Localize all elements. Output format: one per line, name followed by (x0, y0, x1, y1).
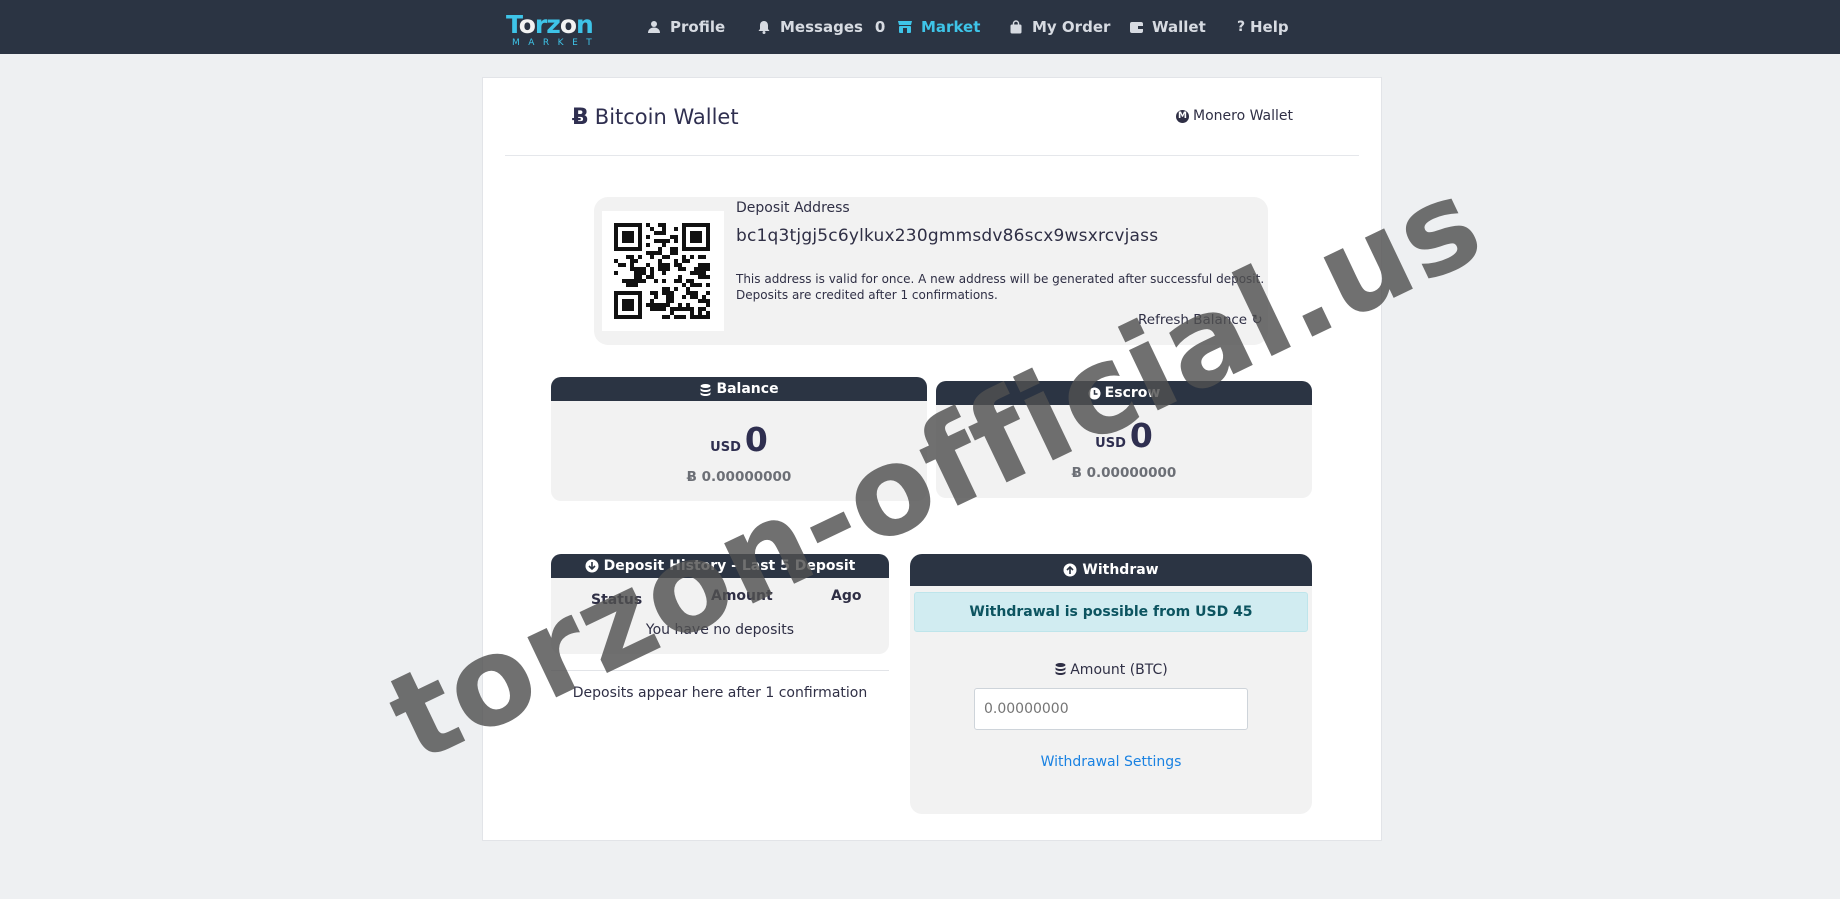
nav-help[interactable]: ? Help (1236, 0, 1289, 54)
clock-icon (1088, 387, 1101, 400)
amount-label: Amount (BTC) (910, 662, 1312, 679)
column-amount: Amount (711, 588, 773, 604)
escrow-usd: USD 0 (936, 416, 1312, 455)
nav-market[interactable]: Market (897, 0, 980, 54)
deposit-history-header: Deposit History - Last 5 Deposit (551, 554, 889, 578)
deposit-history-card: Deposit History - Last 5 Deposit Status … (551, 554, 889, 654)
withdraw-header: Withdraw (910, 554, 1312, 586)
nav-wallet[interactable]: Wallet (1128, 0, 1206, 54)
coins-icon (699, 383, 712, 396)
deposit-history-title: Deposit History - Last 5 Deposit (603, 558, 856, 574)
arrow-down-circle-icon (585, 559, 599, 573)
escrow-usd-amount: 0 (1129, 416, 1153, 455)
deposit-history-footer: Deposits appear here after 1 confirmatio… (572, 685, 868, 701)
escrow-card: Escrow USD 0 Ƀ 0.00000000 (936, 381, 1312, 498)
page-title: Ƀ Bitcoin Wallet (572, 102, 739, 132)
deposit-address-label: Deposit Address (736, 200, 850, 216)
deposit-history-empty: You have no deposits (645, 622, 795, 638)
coins-icon (1054, 662, 1067, 679)
withdraw-card: Withdraw Withdrawal is possible from USD… (910, 554, 1312, 814)
escrow-title: Escrow (1104, 385, 1161, 401)
bitcoin-icon: Ƀ (572, 104, 589, 130)
balance-usd: USD 0 (551, 420, 927, 459)
deposit-history-divider (551, 670, 889, 671)
balance-title: Balance (716, 381, 779, 397)
bell-icon (756, 19, 772, 35)
nav-my-order[interactable]: My Order (1008, 0, 1110, 54)
balance-card: Balance USD 0 Ƀ 0.00000000 (551, 377, 927, 501)
deposit-address[interactable]: bc1q3tjgj5c6ylkux230gmmsdv86scx9wsxrcvja… (736, 226, 1158, 246)
balance-header: Balance (551, 377, 927, 401)
deposit-qr-code (602, 211, 724, 331)
nav-messages-label: Messages (780, 18, 863, 36)
bag-icon (1008, 19, 1024, 35)
withdraw-minimum-alert: Withdrawal is possible from USD 45 (914, 592, 1308, 632)
escrow-header: Escrow (936, 381, 1312, 405)
top-navbar: Torzon MARKET Profile Messages 0 Market … (0, 0, 1840, 54)
logo-subtitle: MARKET (512, 38, 601, 48)
balance-usd-amount: 0 (744, 420, 768, 459)
nav-wallet-label: Wallet (1152, 18, 1206, 36)
amount-label-text: Amount (BTC) (1070, 662, 1168, 678)
nav-messages[interactable]: Messages 0 (756, 0, 885, 54)
withdraw-title: Withdraw (1082, 562, 1159, 578)
deposit-note-line-2: Deposits are credited after 1 confirmati… (736, 288, 998, 302)
deposit-note: This address is valid for once. A new ad… (736, 271, 1264, 303)
user-icon (646, 19, 662, 35)
nav-my-order-label: My Order (1032, 18, 1111, 36)
monero-wallet-label: Monero Wallet (1193, 108, 1294, 124)
withdraw-amount-input[interactable] (974, 688, 1248, 730)
refresh-balance-button[interactable]: Refresh Balance ↻ (1138, 312, 1263, 328)
escrow-btc-amount: Ƀ 0.00000000 (1071, 465, 1177, 481)
messages-count: 0 (874, 18, 886, 36)
balance-btc-amount: Ƀ 0.00000000 (686, 469, 792, 485)
monero-wallet-link[interactable]: Monero Wallet (1176, 106, 1293, 126)
monero-icon (1176, 109, 1189, 123)
title-divider (505, 155, 1359, 156)
wallet-icon (1128, 19, 1144, 35)
arrow-up-circle-icon (1063, 563, 1077, 577)
balance-currency: USD (710, 440, 741, 455)
torzon-logo[interactable]: Torzon MARKET (506, 10, 606, 48)
question-icon: ? (1236, 19, 1246, 35)
nav-profile-label: Profile (670, 18, 726, 36)
nav-market-label: Market (921, 18, 981, 36)
nav-profile[interactable]: Profile (646, 0, 725, 54)
page-title-text: Bitcoin Wallet (594, 105, 739, 129)
logo-wordmark: Torzon (506, 10, 594, 39)
withdrawal-settings-link[interactable]: Withdrawal Settings (910, 754, 1312, 770)
nav-help-label: Help (1250, 18, 1289, 36)
column-status: Status (591, 592, 643, 608)
store-icon (897, 19, 913, 35)
deposit-note-line-1: This address is valid for once. A new ad… (736, 272, 1265, 286)
escrow-currency: USD (1095, 436, 1126, 451)
column-ago: Ago (831, 588, 862, 604)
